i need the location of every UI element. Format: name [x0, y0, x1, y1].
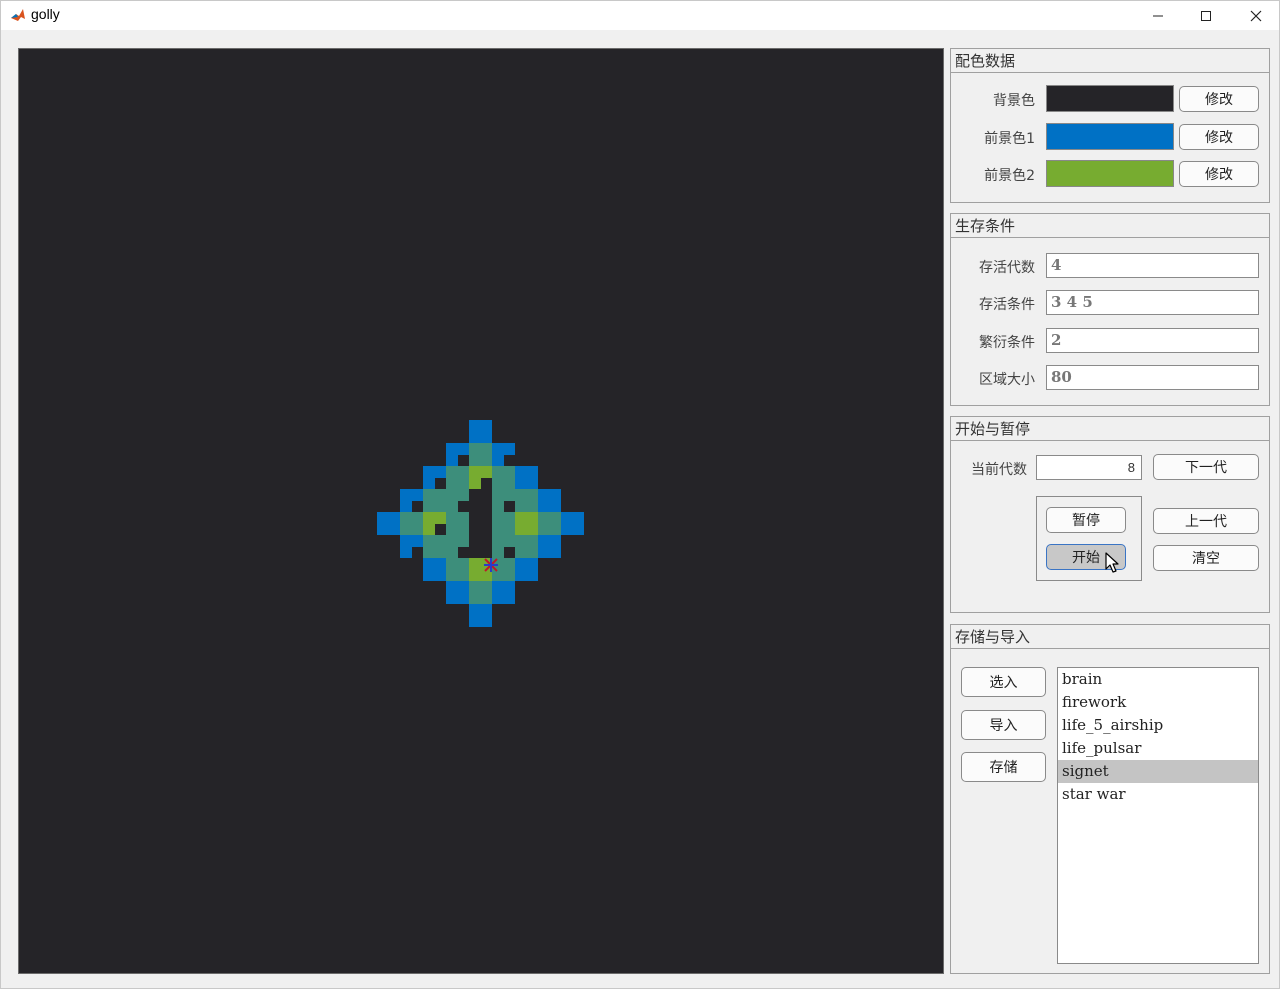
board-cell: [515, 466, 538, 489]
board-cell: [469, 581, 492, 604]
board-cell: [377, 512, 400, 535]
storage-panel: 存储与导入 选入 导入 存储 brain firework life_5_air…: [950, 624, 1270, 974]
board-cell: [469, 420, 492, 443]
board-cell-empty: [434, 523, 446, 535]
board-cell: [538, 512, 561, 535]
app-window: golly 配色数据 背景色 修改 前景色1 修改 前景色2 修改 生存条件 存: [0, 0, 1280, 989]
birth-condition-label: 繁衍条件: [979, 335, 1035, 351]
maximize-icon: [1201, 10, 1211, 21]
close-icon: [1250, 10, 1262, 21]
survival-panel: 生存条件 存活代数 4 存活条件 3 4 5 繁衍条件 2 区域大小 80: [950, 213, 1270, 406]
board-cell-empty: [411, 500, 423, 512]
survival-condition-input[interactable]: 3 4 5: [1046, 290, 1259, 315]
edit-background-color-button[interactable]: 修改: [1179, 86, 1259, 112]
area-size-input[interactable]: 80: [1046, 365, 1259, 390]
survival-generations-label: 存活代数: [979, 260, 1035, 276]
board-cell-empty: [480, 477, 492, 489]
area-size-label: 区域大小: [979, 372, 1035, 388]
pattern-list[interactable]: brain firework life_5_airship life_pulsa…: [1057, 667, 1259, 964]
background-color-label: 背景色: [993, 93, 1035, 109]
clear-button[interactable]: 清空: [1153, 545, 1259, 571]
board-cell-empty: [503, 454, 515, 466]
mouse-cursor-icon: [1105, 552, 1119, 573]
board-cell: [446, 581, 469, 604]
board-cell-empty: [480, 523, 492, 535]
board-cell-empty: [503, 546, 515, 558]
save-button[interactable]: 存储: [961, 752, 1046, 782]
board-cell: [446, 512, 469, 535]
foreground2-color-label: 前景色2: [984, 168, 1035, 184]
run-panel-title: 开始与暂停: [951, 417, 1269, 441]
run-panel: 开始与暂停 当前代数 8 下一代 暂停 开始 上一代 清空: [950, 416, 1270, 613]
import-button[interactable]: 导入: [961, 710, 1046, 740]
list-item-brain[interactable]: brain: [1058, 668, 1258, 691]
current-generation-input[interactable]: 8: [1036, 455, 1142, 480]
board-cell-empty: [457, 454, 469, 466]
survival-panel-title: 生存条件: [951, 214, 1269, 238]
board-cell-empty: [503, 500, 515, 512]
color-panel-title: 配色数据: [951, 49, 1269, 73]
board-cell: [446, 558, 469, 581]
survival-condition-label: 存活条件: [979, 297, 1035, 313]
board-cell: [515, 558, 538, 581]
board-cell: [538, 535, 561, 558]
board-cell: [469, 604, 492, 627]
matlab-icon: [10, 7, 26, 23]
board-cell: [423, 489, 446, 512]
survival-generations-input[interactable]: 4: [1046, 253, 1259, 278]
list-item-star-war[interactable]: star war: [1058, 783, 1258, 806]
select-button[interactable]: 选入: [961, 667, 1046, 697]
maximize-button[interactable]: [1183, 1, 1229, 30]
list-item-firework[interactable]: firework: [1058, 691, 1258, 714]
board-cell-empty: [434, 477, 446, 489]
color-panel: 配色数据 背景色 修改 前景色1 修改 前景色2 修改: [950, 48, 1270, 203]
minimize-button[interactable]: [1135, 1, 1181, 30]
board-cell: [515, 512, 538, 535]
edit-foreground2-color-button[interactable]: 修改: [1179, 161, 1259, 187]
board-cell: [423, 558, 446, 581]
board-cell: [400, 512, 423, 535]
edit-foreground1-color-button[interactable]: 修改: [1179, 124, 1259, 150]
board-cell: [538, 489, 561, 512]
star-marker-icon: [484, 558, 498, 572]
list-item-life-pulsar[interactable]: life_pulsar: [1058, 737, 1258, 760]
list-item-signet[interactable]: signet: [1058, 760, 1258, 783]
board-cell: [515, 535, 538, 558]
board-cell: [469, 443, 492, 466]
board-cell: [423, 535, 446, 558]
board-cell-empty: [457, 500, 469, 512]
foreground1-color-swatch: [1046, 123, 1174, 150]
previous-generation-button[interactable]: 上一代: [1153, 508, 1259, 534]
board-cell-empty: [411, 546, 423, 558]
current-generation-label: 当前代数: [971, 462, 1027, 478]
next-generation-button[interactable]: 下一代: [1153, 454, 1259, 480]
title-bar: golly: [1, 1, 1279, 30]
storage-panel-title: 存储与导入: [951, 625, 1269, 649]
minimize-icon: [1153, 15, 1163, 16]
board-cell: [492, 581, 515, 604]
board-cell: [492, 466, 515, 489]
pause-button[interactable]: 暂停: [1046, 507, 1126, 533]
foreground2-color-swatch: [1046, 160, 1174, 187]
list-item-life-5-airship[interactable]: life_5_airship: [1058, 714, 1258, 737]
board-cell: [492, 512, 515, 535]
board-cell: [446, 466, 469, 489]
window-title: golly: [31, 6, 60, 22]
foreground1-color-label: 前景色1: [984, 131, 1035, 147]
board-cell-empty: [457, 546, 469, 558]
background-color-swatch: [1046, 85, 1174, 112]
board-cell: [561, 512, 584, 535]
birth-condition-input[interactable]: 2: [1046, 328, 1259, 353]
game-canvas[interactable]: [18, 48, 944, 974]
close-button[interactable]: [1233, 1, 1279, 30]
board-cell: [515, 489, 538, 512]
